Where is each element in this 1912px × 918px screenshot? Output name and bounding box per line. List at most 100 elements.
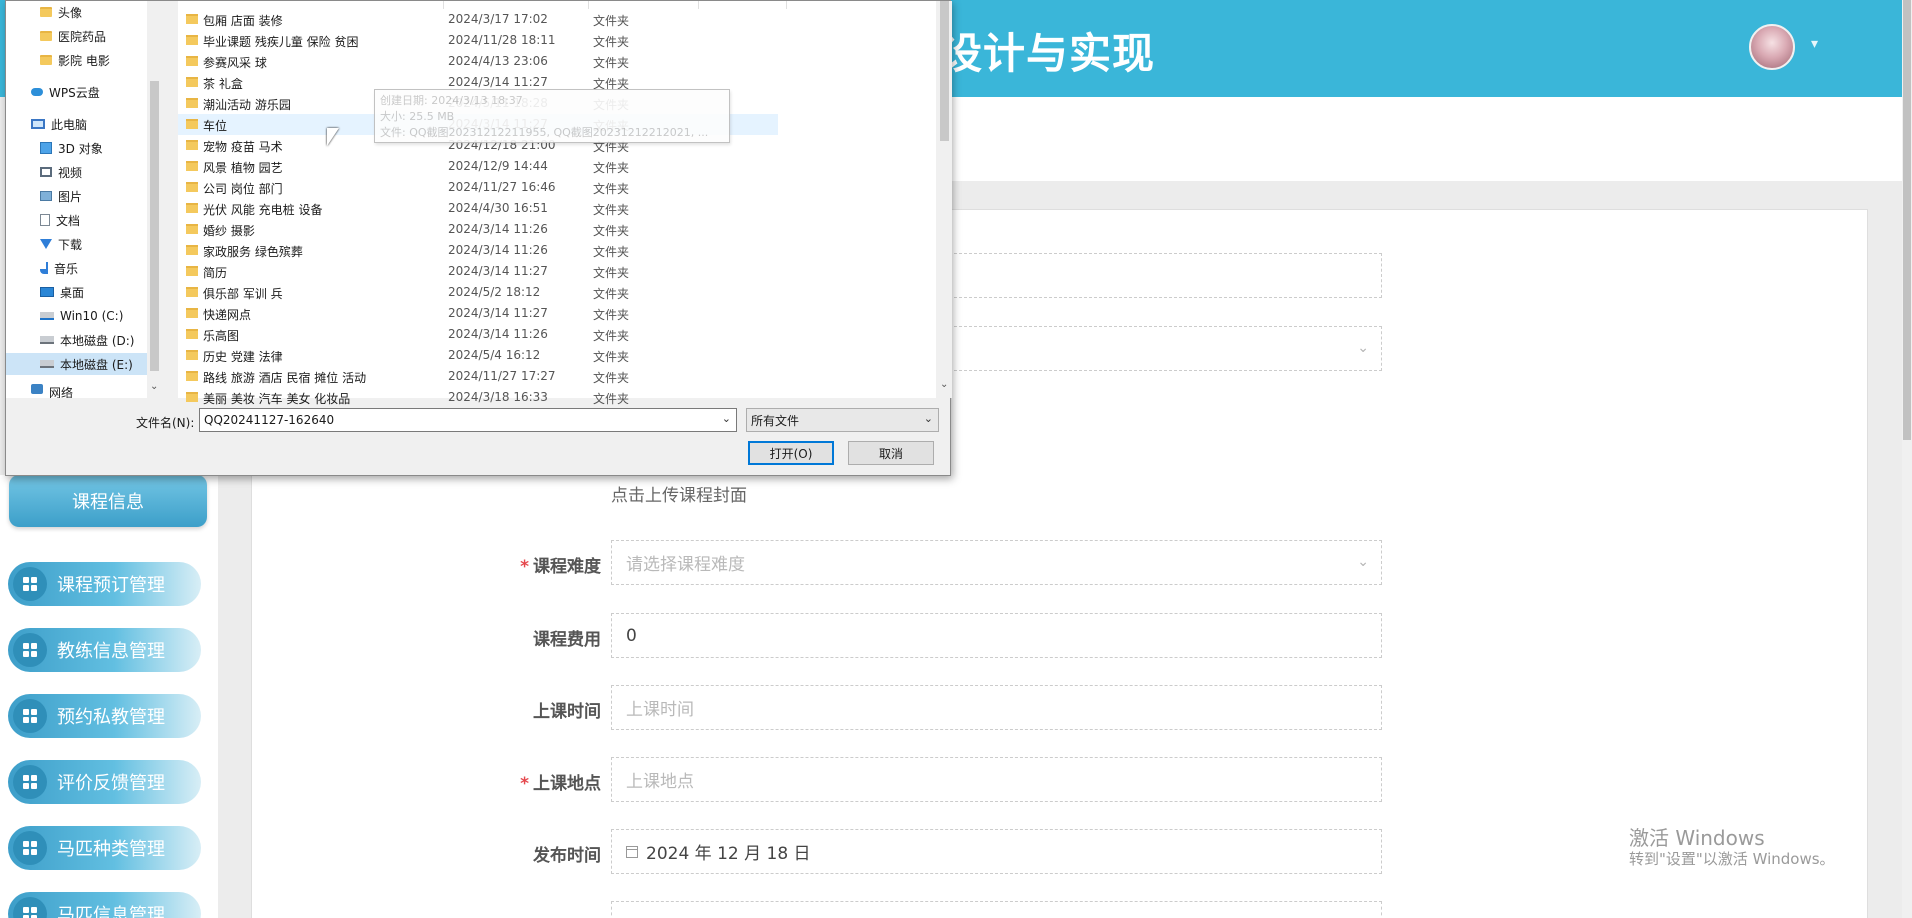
nav-item-desktop[interactable]: 桌面: [40, 281, 84, 303]
file-row[interactable]: 乐高图 2024/3/14 11:26 文件夹: [178, 324, 778, 345]
nav-item-documents[interactable]: 文档: [40, 209, 80, 231]
nav-item-drive-c[interactable]: Win10 (C:): [40, 305, 123, 327]
file-row[interactable]: 光伏 风能 充电桩 设备 2024/4/30 16:51 文件夹: [178, 198, 778, 219]
location-input[interactable]: 上课地点: [611, 757, 1382, 802]
chevron-down-icon[interactable]: ▾: [1811, 36, 1818, 52]
file-row[interactable]: 俱乐部 军训 兵 2024/5/2 18:12 文件夹: [178, 282, 778, 303]
file-name: 毕业课题 残疾儿童 保险 贫困: [203, 35, 359, 49]
difficulty-select[interactable]: 请选择课程难度 ⌄: [611, 540, 1382, 585]
filetype-select[interactable]: 所有文件 ⌄: [746, 408, 939, 432]
nav-item-network[interactable]: 网络: [31, 384, 73, 398]
file-row[interactable]: 路线 旅游 酒店 民宿 摊位 活动 2024/11/27 17:27 文件夹: [178, 366, 778, 387]
open-button[interactable]: 打开(O): [748, 441, 834, 465]
nav-item-3d-objects[interactable]: 3D 对象: [40, 137, 103, 159]
folder-icon: [186, 371, 198, 381]
sidebar-item-private-coach[interactable]: 预约私教管理: [8, 694, 201, 738]
sidebar-item-course-info[interactable]: 课程信息: [9, 475, 207, 527]
file-date: 2024/5/2 18:12: [448, 285, 541, 299]
nav-item-videos[interactable]: 视频: [40, 161, 82, 183]
scroll-down-arrow-icon[interactable]: ⌄: [150, 381, 158, 392]
file-row[interactable]: 简历 2024/3/14 11:27 文件夹: [178, 261, 778, 282]
next-field-partial[interactable]: [611, 901, 1382, 918]
nav-item-folder[interactable]: 影院 电影: [40, 49, 110, 71]
file-type: 文件夹: [593, 35, 630, 49]
file-name: 潮汕活动 游乐园: [203, 98, 291, 112]
publish-date-value: 2024 年 12 月 18 日: [646, 844, 811, 864]
file-date: 2024/3/14 11:26: [448, 327, 548, 341]
nav-item-music[interactable]: 音乐: [40, 257, 78, 279]
folder-icon: [186, 98, 198, 108]
file-date: 2024/12/9 14:44: [448, 159, 548, 173]
file-row[interactable]: 历史 党建 法律 2024/5/4 16:12 文件夹: [178, 345, 778, 366]
file-row[interactable]: 风景 植物 园艺 2024/12/9 14:44 文件夹: [178, 156, 778, 177]
file-name: 美丽 美妆 汽车 美女 化妆品: [203, 392, 351, 406]
nav-scrollbar-thumb[interactable]: [150, 81, 159, 371]
nav-item-pictures[interactable]: 图片: [40, 185, 82, 207]
sidebar-item-horse-types[interactable]: 马匹种类管理: [8, 826, 201, 870]
file-row[interactable]: 婚纱 摄影 2024/3/14 11:26 文件夹: [178, 219, 778, 240]
documents-icon: [40, 214, 50, 226]
tooltip-size: 大小: 25.5 MB: [380, 110, 455, 123]
nav-scrollbar[interactable]: ⌄: [147, 1, 162, 398]
file-date: 2024/3/14 11:27: [448, 264, 548, 278]
file-name: 光伏 风能 充电桩 设备: [203, 203, 323, 217]
nav-item-folder[interactable]: 医院药品: [40, 25, 106, 47]
sidebar-item-feedback[interactable]: 评价反馈管理: [8, 760, 201, 804]
upload-cover-hint[interactable]: 点击上传课程封面: [611, 481, 747, 506]
cancel-button[interactable]: 取消: [848, 441, 934, 465]
file-row[interactable]: 美丽 美妆 汽车 美女 化妆品 2024/3/18 16:33 文件夹: [178, 387, 778, 408]
column-separator[interactable]: [698, 1, 699, 9]
file-row[interactable]: 公司 岗位 部门 2024/11/27 16:46 文件夹: [178, 177, 778, 198]
difficulty-label: * 课程难度: [520, 557, 601, 577]
user-avatar[interactable]: [1749, 24, 1795, 70]
file-type: 文件夹: [593, 287, 630, 301]
sidebar-item-coach-info[interactable]: 教练信息管理: [8, 628, 201, 672]
fee-input[interactable]: 0: [611, 613, 1382, 658]
file-row[interactable]: 家政服务 绿色殡葬 2024/3/14 11:26 文件夹: [178, 240, 778, 261]
file-row[interactable]: 参赛风采 球 2024/4/13 23:06 文件夹: [178, 51, 778, 72]
chevron-down-icon: ⌄: [1357, 554, 1369, 570]
folder-icon: [186, 35, 198, 45]
folder-icon: [186, 203, 198, 213]
nav-item-folder[interactable]: 头像: [40, 1, 82, 23]
column-separator[interactable]: [443, 1, 444, 9]
page-scrollbar[interactable]: [1902, 0, 1912, 918]
form-select-covered-2[interactable]: ⌄: [949, 326, 1382, 371]
filename-input[interactable]: QQ20241127-162640 ⌄: [199, 408, 737, 432]
nav-item-drive-e[interactable]: 本地磁盘 (E:): [6, 353, 147, 375]
nav-item-downloads[interactable]: 下载: [40, 233, 82, 255]
file-row[interactable]: 快递网点 2024/3/14 11:27 文件夹: [178, 303, 778, 324]
file-row[interactable]: 毕业课题 残疾儿童 保险 贫困 2024/11/28 18:11 文件夹: [178, 30, 778, 51]
fee-label: 课程费用: [533, 630, 601, 650]
activate-windows-title: 激活 Windows: [1629, 826, 1765, 850]
column-separator[interactable]: [588, 1, 589, 9]
file-type: 文件夹: [593, 14, 630, 28]
tooltip-created: 创建日期: 2024/3/13 18:37: [380, 94, 523, 107]
file-name: 俱乐部 军训 兵: [203, 287, 283, 301]
video-icon: [40, 167, 52, 177]
file-list-scrollbar-thumb[interactable]: [940, 1, 949, 141]
filetype-value: 所有文件: [751, 413, 800, 428]
file-date: 2024/4/13 23:06: [448, 54, 548, 68]
nav-item-this-pc[interactable]: 此电脑: [31, 113, 87, 135]
file-date: 2024/3/14 11:26: [448, 222, 548, 236]
nav-item-drive-d[interactable]: 本地磁盘 (D:): [40, 329, 134, 351]
form-field-covered-1[interactable]: [949, 253, 1382, 298]
site-title: 设计与实现: [940, 29, 1156, 78]
nav-item-wps-cloud[interactable]: WPS云盘: [31, 81, 100, 103]
scroll-down-arrow-icon[interactable]: ⌄: [940, 379, 948, 390]
column-separator[interactable]: [786, 1, 787, 9]
publish-date-picker[interactable]: 2024 年 12 月 18 日: [611, 829, 1382, 874]
page-scrollbar-thumb[interactable]: [1903, 0, 1911, 440]
file-date: 2024/11/28 18:11: [448, 33, 556, 47]
chevron-down-icon[interactable]: ⌄: [722, 412, 731, 425]
file-list-scrollbar[interactable]: ⌄: [936, 1, 952, 398]
file-row[interactable]: 包厢 店面 装修 2024/3/17 17:02 文件夹: [178, 9, 778, 30]
file-date: 2024/3/17 17:02: [448, 12, 548, 26]
sidebar-item-course-booking[interactable]: 课程预订管理: [8, 562, 201, 606]
file-type: 文件夹: [593, 161, 630, 175]
sidebar-item-horse-info[interactable]: 马匹信息管理: [8, 892, 201, 918]
filename-label: 文件名(N):: [136, 416, 195, 430]
class-time-input[interactable]: 上课时间: [611, 685, 1382, 730]
cloud-icon: [31, 88, 43, 96]
